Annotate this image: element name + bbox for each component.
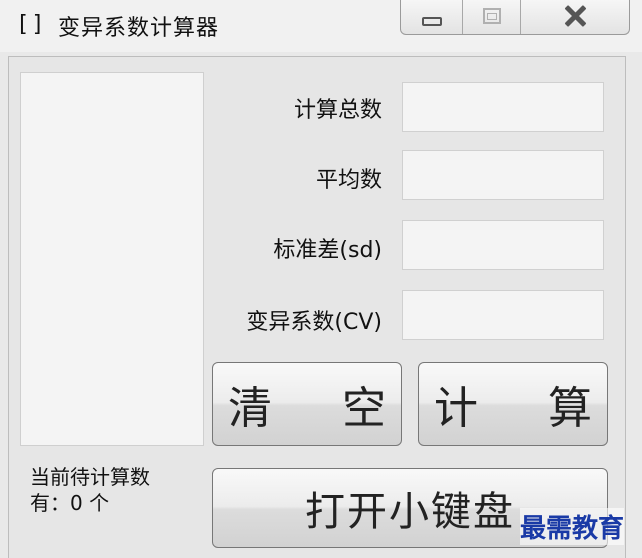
cv-field[interactable] xyxy=(402,290,604,340)
total-count-field[interactable] xyxy=(402,82,604,132)
minimize-button[interactable] xyxy=(401,0,463,34)
app-icon: [] xyxy=(16,12,47,37)
pending-count-line1: 当前待计算数 xyxy=(30,465,150,489)
clear-button[interactable]: 清 空 xyxy=(212,362,402,446)
close-icon xyxy=(562,5,588,27)
maximize-button[interactable] xyxy=(463,0,521,34)
minimize-icon xyxy=(421,16,442,26)
mean-label: 平均数 xyxy=(315,168,382,193)
pending-count-line2: 有：0 个 xyxy=(30,491,110,515)
pending-count-status: 当前待计算数 有：0 个 xyxy=(30,464,200,516)
calculator-window: [] 变异系数计算器 计算总数 平均数 标准差(sd) 变异系数(CV) 清 空… xyxy=(0,0,642,558)
std-dev-label: 标准差(sd) xyxy=(273,238,382,263)
calculate-button[interactable]: 计 算 xyxy=(418,362,608,446)
total-count-label: 计算总数 xyxy=(293,98,382,123)
numbers-listbox[interactable] xyxy=(20,72,204,446)
watermark: 最需教育 xyxy=(520,508,625,545)
title-bar[interactable]: [] 变异系数计算器 xyxy=(0,0,642,52)
window-title: 变异系数计算器 xyxy=(58,16,220,41)
cv-label: 变异系数(CV) xyxy=(246,310,382,335)
std-dev-field[interactable] xyxy=(402,220,604,270)
close-button[interactable] xyxy=(521,0,629,34)
maximize-icon xyxy=(482,8,501,24)
window-controls xyxy=(400,0,630,35)
mean-field[interactable] xyxy=(402,150,604,200)
